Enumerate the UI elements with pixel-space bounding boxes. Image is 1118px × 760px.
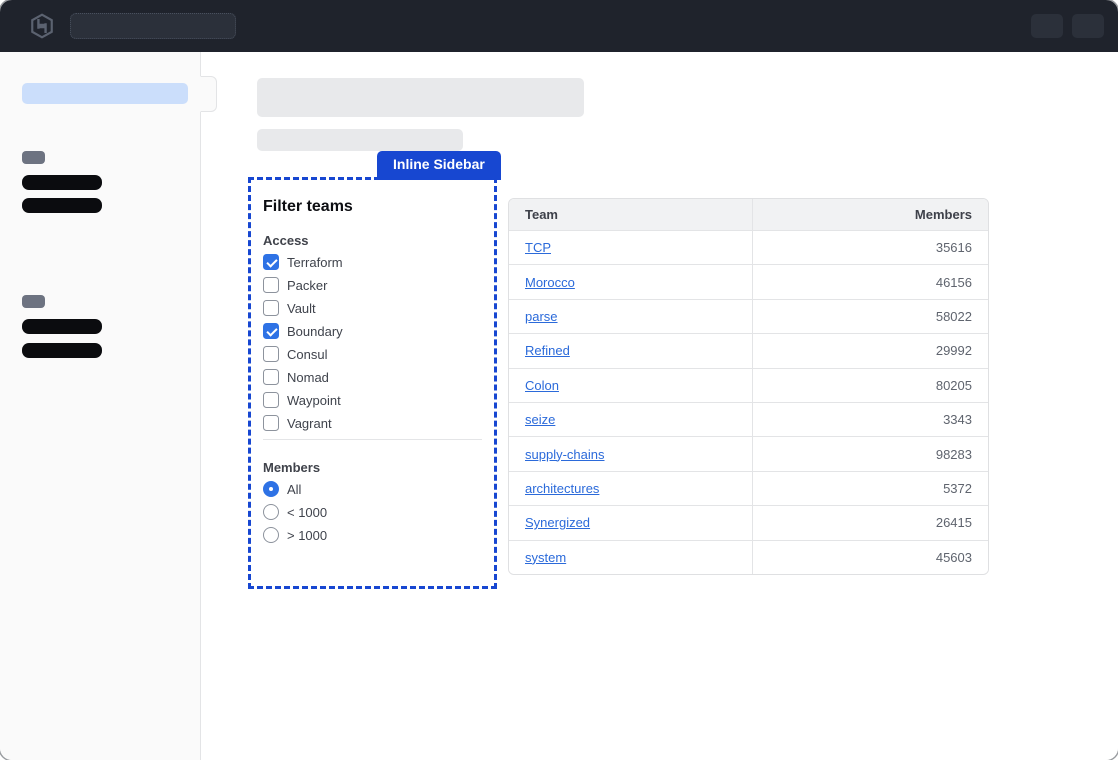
checkbox-label: Vault [287, 301, 316, 316]
members-group-label: Members [263, 460, 482, 475]
radio-label: > 1000 [287, 528, 327, 543]
checkbox[interactable] [263, 369, 279, 385]
checkbox[interactable] [263, 300, 279, 316]
members-count: 26415 [936, 515, 972, 530]
checkbox-label: Packer [287, 278, 327, 293]
checkbox-label: Terraform [287, 255, 343, 270]
sidebar-section-label-placeholder [22, 295, 45, 308]
table-row: architectures 5372 [509, 471, 988, 505]
sidebar-section-label-placeholder [22, 151, 45, 164]
table-row: Colon 80205 [509, 368, 988, 402]
filter-panel-title: Filter teams [263, 197, 482, 216]
radio-button[interactable] [263, 504, 279, 520]
teams-table: Team Members TCP 35616 Morocco 46156 par… [508, 198, 989, 575]
team-link[interactable]: Colon [525, 378, 559, 393]
hashicorp-logo-icon [29, 13, 55, 39]
table-row: Synergized 26415 [509, 505, 988, 539]
table-row: TCP 35616 [509, 230, 988, 264]
checkbox[interactable] [263, 415, 279, 431]
team-link[interactable]: Refined [525, 343, 570, 358]
team-link[interactable]: TCP [525, 240, 551, 255]
team-link[interactable]: architectures [525, 481, 599, 496]
checkbox[interactable] [263, 277, 279, 293]
members-count: 80205 [936, 378, 972, 393]
members-count: 45603 [936, 550, 972, 565]
team-link[interactable]: seize [525, 412, 555, 427]
checkbox-label: Nomad [287, 370, 329, 385]
annotation-badge: Inline Sidebar [377, 151, 501, 180]
column-header-team: Team [525, 207, 558, 222]
members-count: 3343 [943, 412, 972, 427]
members-count: 35616 [936, 240, 972, 255]
checkbox-option-packer[interactable]: Packer [263, 277, 482, 293]
sidebar-nav-item-placeholder[interactable] [22, 319, 102, 334]
table-row: parse 58022 [509, 299, 988, 333]
radio-button[interactable] [263, 481, 279, 497]
table-row: Refined 29992 [509, 333, 988, 367]
sidebar-toggle-handle[interactable] [200, 76, 217, 112]
members-count: 98283 [936, 447, 972, 462]
table-header-row: Team Members [509, 199, 988, 230]
radio-label: < 1000 [287, 505, 327, 520]
topbar-action-placeholder [1031, 14, 1063, 38]
checkbox-option-terraform[interactable]: Terraform [263, 254, 482, 270]
radio-option-less-1000[interactable]: < 1000 [263, 504, 482, 520]
page-title-placeholder [257, 78, 584, 117]
checkbox[interactable] [263, 254, 279, 270]
main-content: Inline Sidebar Filter teams Access Terra… [201, 52, 1118, 760]
table-row: seize 3343 [509, 402, 988, 436]
column-header-members: Members [915, 207, 972, 222]
topbar-search-placeholder [70, 13, 236, 39]
filter-divider [263, 439, 482, 440]
checkbox-option-nomad[interactable]: Nomad [263, 369, 482, 385]
sidebar-active-item-placeholder[interactable] [22, 83, 188, 104]
members-count: 58022 [936, 309, 972, 324]
team-link[interactable]: system [525, 550, 566, 565]
app-window: Inline Sidebar Filter teams Access Terra… [0, 0, 1118, 760]
checkbox-option-vagrant[interactable]: Vagrant [263, 415, 482, 431]
app-sidebar [0, 52, 201, 760]
sidebar-nav-item-placeholder[interactable] [22, 198, 102, 213]
team-link[interactable]: parse [525, 309, 558, 324]
topbar-action-placeholder [1072, 14, 1104, 38]
sidebar-nav-item-placeholder[interactable] [22, 175, 102, 190]
radio-label: All [287, 482, 301, 497]
table-row: system 45603 [509, 540, 988, 574]
radio-option-all[interactable]: All [263, 481, 482, 497]
sidebar-nav-item-placeholder[interactable] [22, 343, 102, 358]
checkbox[interactable] [263, 346, 279, 362]
access-group-label: Access [263, 233, 482, 248]
checkbox-label: Vagrant [287, 416, 332, 431]
members-count: 46156 [936, 275, 972, 290]
radio-option-greater-1000[interactable]: > 1000 [263, 527, 482, 543]
team-link[interactable]: Morocco [525, 275, 575, 290]
checkbox-label: Waypoint [287, 393, 341, 408]
team-link[interactable]: Synergized [525, 515, 590, 530]
inline-sidebar-filter-panel: Filter teams Access Terraform Packer Vau… [248, 177, 497, 589]
table-row: supply-chains 98283 [509, 436, 988, 470]
checkbox-label: Consul [287, 347, 327, 362]
checkbox[interactable] [263, 323, 279, 339]
checkbox-option-consul[interactable]: Consul [263, 346, 482, 362]
members-count: 5372 [943, 481, 972, 496]
page-subtitle-placeholder [257, 129, 463, 151]
checkbox-label: Boundary [287, 324, 343, 339]
checkbox[interactable] [263, 392, 279, 408]
checkbox-option-waypoint[interactable]: Waypoint [263, 392, 482, 408]
checkbox-option-vault[interactable]: Vault [263, 300, 482, 316]
members-count: 29992 [936, 343, 972, 358]
radio-button[interactable] [263, 527, 279, 543]
checkbox-option-boundary[interactable]: Boundary [263, 323, 482, 339]
top-navigation-bar [0, 0, 1118, 52]
table-row: Morocco 46156 [509, 264, 988, 298]
team-link[interactable]: supply-chains [525, 447, 605, 462]
